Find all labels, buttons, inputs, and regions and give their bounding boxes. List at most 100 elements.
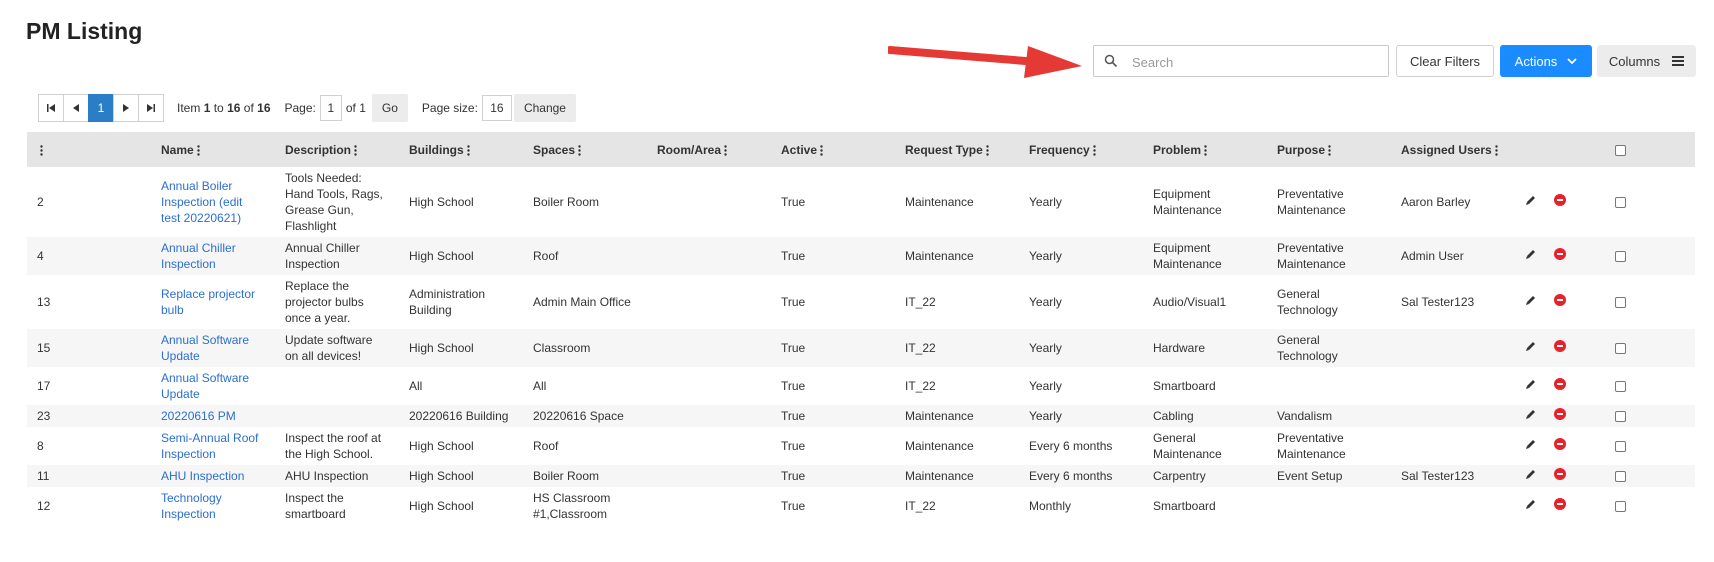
column-menu-icon[interactable] bbox=[1204, 145, 1207, 156]
go-button[interactable]: Go bbox=[371, 94, 408, 122]
delete-icon[interactable] bbox=[1554, 378, 1566, 390]
column-header[interactable]: Name bbox=[151, 132, 275, 167]
select-all-checkbox[interactable] bbox=[1615, 144, 1626, 156]
delete-icon[interactable] bbox=[1554, 294, 1566, 306]
page-number-input[interactable]: 1 bbox=[319, 95, 342, 121]
delete-icon[interactable] bbox=[1554, 408, 1566, 420]
cell-problem: Smartboard bbox=[1153, 499, 1216, 513]
cell-name[interactable]: Semi-Annual Roof Inspection bbox=[151, 427, 275, 465]
column-header[interactable]: Purpose bbox=[1267, 132, 1391, 167]
edit-pencil-icon[interactable] bbox=[1525, 294, 1537, 306]
cell-name[interactable]: Technology Inspection bbox=[151, 487, 275, 525]
row-actions bbox=[1515, 167, 1605, 237]
next-page-button[interactable] bbox=[113, 94, 139, 122]
delete-icon[interactable] bbox=[1554, 340, 1566, 352]
last-page-button[interactable] bbox=[138, 94, 164, 122]
page-1-button[interactable]: 1 bbox=[88, 94, 114, 122]
search-box bbox=[1093, 45, 1389, 77]
column-header[interactable]: Frequency bbox=[1019, 132, 1143, 167]
cell-name[interactable]: Annual Software Update bbox=[151, 329, 275, 367]
column-header[interactable]: Buildings bbox=[399, 132, 523, 167]
column-header[interactable]: Problem bbox=[1143, 132, 1267, 167]
row-select bbox=[1605, 367, 1695, 405]
edit-pencil-icon[interactable] bbox=[1525, 438, 1537, 450]
clear-filters-button[interactable]: Clear Filters bbox=[1396, 45, 1494, 77]
actions-button[interactable]: Actions bbox=[1500, 45, 1592, 77]
pm-table: Name Description Buildings Spaces Room/Area A… bbox=[27, 132, 1695, 525]
cell-name[interactable]: 20220616 PM bbox=[151, 405, 275, 427]
column-menu-icon[interactable] bbox=[466, 145, 470, 156]
column-header[interactable]: Description bbox=[275, 132, 399, 167]
row-checkbox[interactable] bbox=[1615, 343, 1626, 355]
cell-id: 12 bbox=[37, 499, 51, 513]
column-header[interactable] bbox=[27, 132, 151, 167]
cell-id: 15 bbox=[27, 329, 151, 367]
column-header[interactable]: Active bbox=[771, 132, 895, 167]
column-menu-icon[interactable] bbox=[578, 145, 581, 156]
cell-name[interactable]: Annual Software Update bbox=[151, 367, 275, 405]
cell-name[interactable]: Annual Chiller Inspection bbox=[151, 237, 275, 275]
cell-name[interactable]: Replace projector bulb bbox=[151, 275, 275, 329]
column-menu-icon[interactable] bbox=[1495, 145, 1498, 156]
edit-pencil-icon[interactable] bbox=[1525, 340, 1537, 352]
delete-icon[interactable] bbox=[1554, 438, 1566, 450]
column-menu-icon[interactable] bbox=[354, 145, 357, 156]
row-actions bbox=[1515, 329, 1605, 367]
table-row: 17 Annual Software Update All All True IT_22 Y… bbox=[27, 367, 1695, 405]
cell-request-type: Maintenance bbox=[905, 195, 974, 209]
delete-icon[interactable] bbox=[1554, 194, 1566, 206]
table-row: 4 Annual Chiller Inspection Annual Chiller… bbox=[27, 237, 1695, 275]
first-page-button[interactable] bbox=[38, 94, 64, 122]
edit-pencil-icon[interactable] bbox=[1525, 468, 1537, 480]
column-menu-icon[interactable] bbox=[986, 145, 989, 156]
cell-room bbox=[647, 487, 771, 525]
edit-pencil-icon[interactable] bbox=[1525, 194, 1537, 206]
edit-pencil-icon[interactable] bbox=[1525, 498, 1537, 510]
row-actions bbox=[1515, 427, 1605, 465]
row-checkbox[interactable] bbox=[1615, 411, 1626, 423]
column-header[interactable]: Room/Area bbox=[647, 132, 771, 167]
cell-purpose bbox=[1267, 487, 1391, 525]
row-checkbox[interactable] bbox=[1615, 501, 1626, 513]
prev-page-button[interactable] bbox=[63, 94, 89, 122]
delete-icon[interactable] bbox=[1554, 468, 1566, 480]
column-menu-icon[interactable] bbox=[196, 145, 200, 156]
column-menu-icon[interactable] bbox=[724, 145, 727, 156]
column-menu-icon[interactable] bbox=[1092, 145, 1096, 156]
edit-pencil-icon[interactable] bbox=[1525, 408, 1537, 420]
delete-icon[interactable] bbox=[1554, 498, 1566, 510]
cell-active: True bbox=[781, 195, 806, 209]
column-menu-icon[interactable] bbox=[820, 145, 823, 156]
column-menu-icon[interactable] bbox=[1328, 145, 1331, 156]
pagination-bar: 1 Item 1 to 16 of 16 Page: 1 of 1 Go Pag… bbox=[38, 93, 576, 123]
row-checkbox[interactable] bbox=[1615, 381, 1626, 393]
row-select bbox=[1605, 405, 1695, 427]
cell-spaces: All bbox=[533, 379, 547, 393]
edit-pencil-icon[interactable] bbox=[1525, 248, 1537, 260]
row-checkbox[interactable] bbox=[1615, 197, 1626, 209]
delete-icon[interactable] bbox=[1554, 248, 1566, 260]
row-checkbox[interactable] bbox=[1615, 251, 1626, 263]
row-checkbox[interactable] bbox=[1615, 471, 1626, 483]
cell-name[interactable]: AHU Inspection bbox=[151, 465, 275, 487]
column-menu-icon[interactable] bbox=[40, 145, 43, 156]
cell-name[interactable]: Annual Boiler Inspection (edit test 2022… bbox=[151, 167, 275, 237]
column-header[interactable]: Request Type bbox=[895, 132, 1019, 167]
change-button[interactable]: Change bbox=[513, 94, 576, 122]
columns-button[interactable]: Columns bbox=[1597, 45, 1696, 77]
edit-pencil-icon[interactable] bbox=[1525, 378, 1537, 390]
column-header[interactable]: Spaces bbox=[523, 132, 647, 167]
row-checkbox[interactable] bbox=[1615, 297, 1626, 309]
page-size-input[interactable]: 16 bbox=[481, 95, 512, 121]
cell-frequency: Every 6 months bbox=[1019, 465, 1143, 487]
cell-assigned bbox=[1391, 427, 1515, 465]
menu-lines-icon bbox=[1672, 56, 1685, 66]
page-title: PM Listing bbox=[26, 18, 143, 44]
column-header[interactable]: Assigned Users bbox=[1391, 132, 1515, 167]
page-size-label: Page size: bbox=[421, 101, 478, 115]
row-checkbox[interactable] bbox=[1615, 441, 1626, 453]
row-select bbox=[1605, 487, 1695, 525]
cell-active: True bbox=[771, 465, 895, 487]
cell-buildings: High School bbox=[409, 439, 474, 453]
search-input[interactable] bbox=[1130, 51, 1384, 73]
